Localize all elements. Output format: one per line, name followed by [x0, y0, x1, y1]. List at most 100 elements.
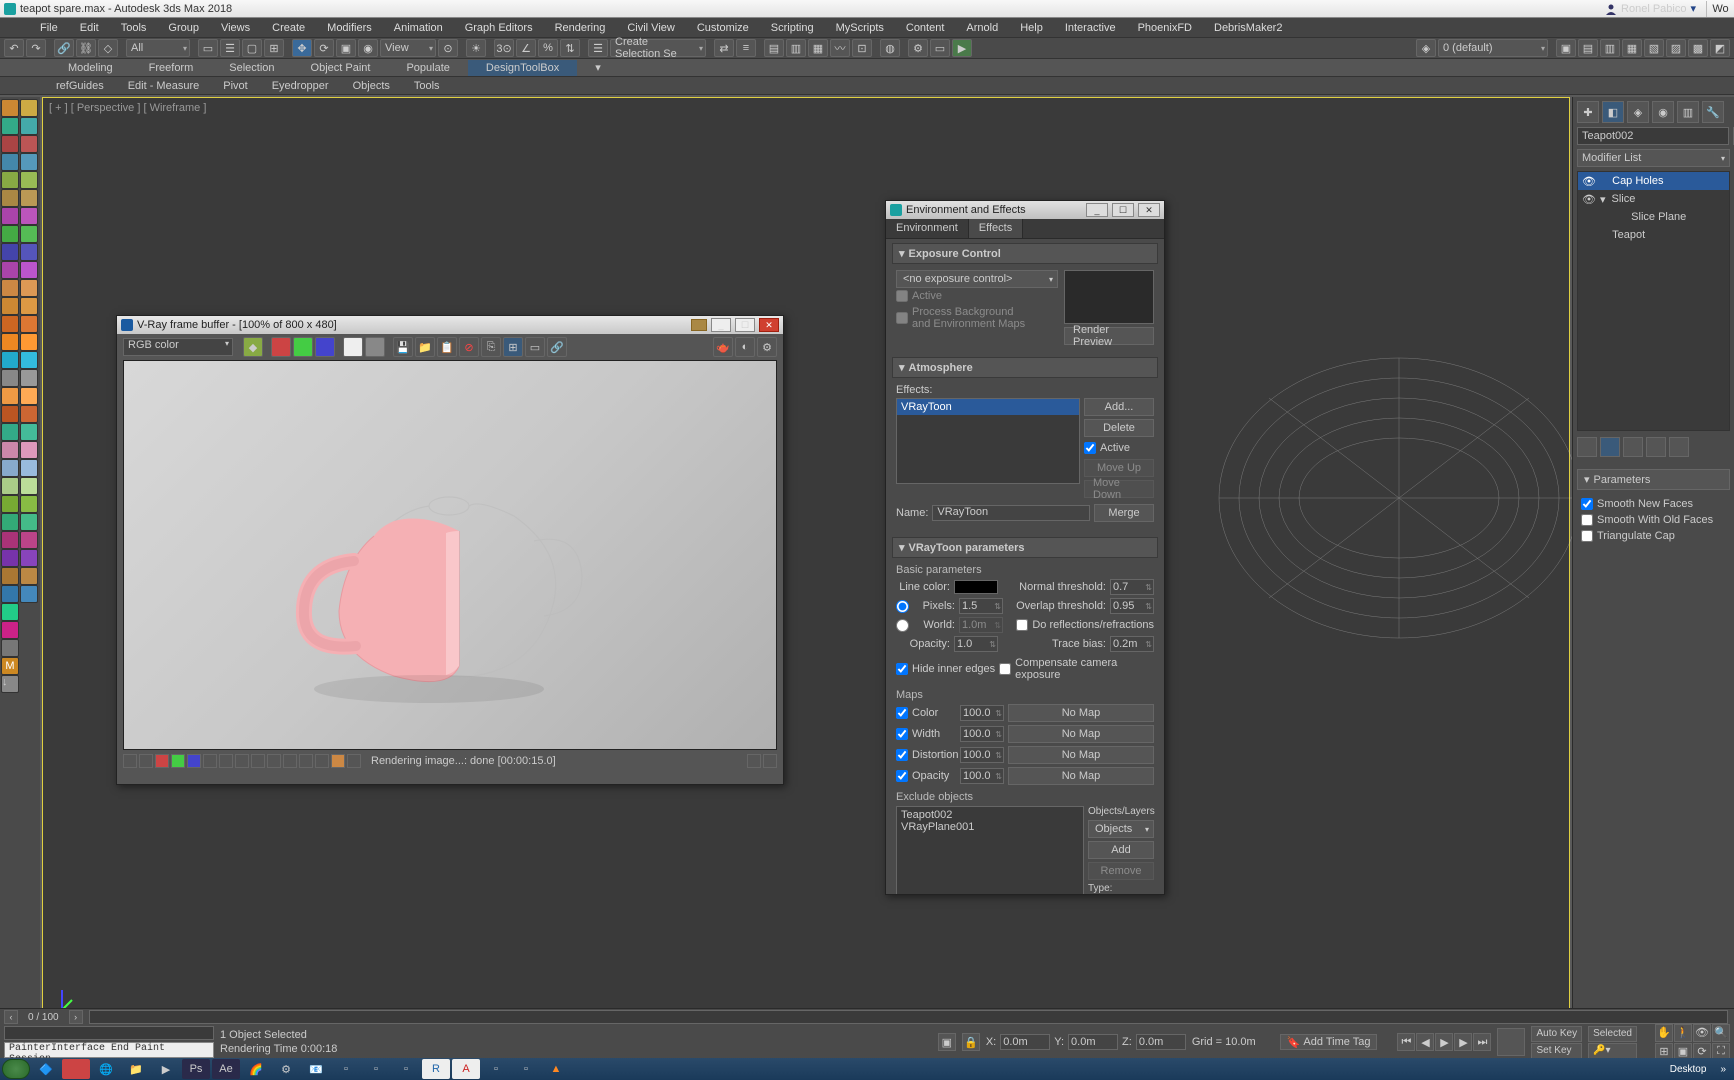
vfb-sb-icon[interactable]: [219, 754, 233, 768]
ribbon-expand[interactable]: ▾: [577, 59, 619, 76]
vfb-sb-icon[interactable]: [203, 754, 217, 768]
tool-d-button[interactable]: ▦: [1622, 39, 1642, 57]
vfb-sb-icon[interactable]: [235, 754, 249, 768]
ribbon-populate[interactable]: Populate: [388, 60, 467, 76]
tool-icon[interactable]: [20, 171, 38, 189]
ribbon-selection[interactable]: Selection: [211, 60, 292, 76]
tool-icon[interactable]: [20, 531, 38, 549]
merge-button[interactable]: Merge: [1094, 504, 1154, 522]
mapcolor-check[interactable]: Color: [896, 705, 956, 721]
nav-pan-button[interactable]: ✋: [1655, 1024, 1673, 1042]
maximize-button[interactable]: ☐: [735, 318, 755, 332]
vfb-titlebar[interactable]: V-Ray frame buffer - [100% of 800 x 480]…: [117, 316, 783, 334]
menu-animation[interactable]: Animation: [384, 20, 453, 36]
timeline-next-button[interactable]: ›: [69, 1010, 83, 1024]
vfb-copy-icon[interactable]: ⎘: [481, 337, 501, 357]
isolate-icon[interactable]: ▣: [938, 1033, 956, 1051]
mapdist-check[interactable]: Distortion: [896, 747, 956, 763]
key-filters-button[interactable]: 🔑▾: [1588, 1043, 1637, 1059]
configure-sets-button[interactable]: [1669, 437, 1689, 457]
taskbar-chevron-icon[interactable]: »: [1714, 1064, 1732, 1075]
parameters-rollout-header[interactable]: ▾ Parameters: [1577, 469, 1730, 490]
menu-edit[interactable]: Edit: [70, 20, 109, 36]
tool-icon[interactable]: [1, 423, 19, 441]
select-button[interactable]: ▭: [198, 39, 218, 57]
menu-interactive[interactable]: Interactive: [1055, 20, 1126, 36]
delete-effect-button[interactable]: Delete: [1084, 419, 1154, 437]
vfb-channel-dd[interactable]: RGB color: [123, 338, 233, 356]
vfb-sb-icon[interactable]: [171, 754, 185, 768]
layer-icon[interactable]: ◈: [1416, 39, 1436, 57]
ribbon-objectpaint[interactable]: Object Paint: [293, 60, 389, 76]
utilities-tab[interactable]: 🔧: [1702, 101, 1724, 123]
exclude-add-button[interactable]: Add: [1088, 841, 1154, 859]
tool-icon[interactable]: M: [1, 657, 19, 675]
menu-file[interactable]: File: [30, 20, 68, 36]
taskbar-outlook-icon[interactable]: 📧: [302, 1059, 330, 1079]
undo-button[interactable]: ↶: [4, 39, 24, 57]
ribbon-pivot[interactable]: Pivot: [217, 79, 253, 93]
tool-icon[interactable]: [1, 117, 19, 135]
world-radio[interactable]: [896, 619, 909, 632]
anglesnap-button[interactable]: ∠: [516, 39, 536, 57]
maximize-button[interactable]: ☐: [1112, 203, 1134, 217]
timeline-prev-button[interactable]: ‹: [4, 1010, 18, 1024]
tool-icon[interactable]: [1, 153, 19, 171]
tool-icon[interactable]: [20, 117, 38, 135]
vfb-tool-icon[interactable]: [691, 319, 707, 331]
tool-icon[interactable]: [1, 459, 19, 477]
env-tab-environment[interactable]: Environment: [886, 219, 969, 238]
env-tab-effects[interactable]: Effects: [969, 219, 1023, 238]
user-account[interactable]: Ronel Pabico ▾: [1605, 2, 1696, 15]
redo-button[interactable]: ↷: [26, 39, 46, 57]
vfb-sb-icon[interactable]: [347, 754, 361, 768]
tool-icon[interactable]: [20, 441, 38, 459]
goto-end-button[interactable]: ⏭: [1473, 1033, 1491, 1051]
select-region-button[interactable]: ▢: [242, 39, 262, 57]
pin-stack-button[interactable]: [1577, 437, 1597, 457]
tool-icon[interactable]: ↓: [1, 675, 19, 693]
pixels-spinner[interactable]: 1.5: [959, 598, 1003, 614]
taskbar-autocad-icon[interactable]: A: [452, 1059, 480, 1079]
rotate-button[interactable]: ⟳: [314, 39, 334, 57]
tool-icon[interactable]: [1, 279, 19, 297]
play-button[interactable]: ▶: [1435, 1033, 1453, 1051]
mapdist-spinner[interactable]: 100.0: [960, 747, 1004, 763]
create-tab[interactable]: ✚: [1577, 101, 1599, 123]
vfb-sb-icon[interactable]: [331, 754, 345, 768]
lock-icon[interactable]: 🔒: [962, 1033, 980, 1051]
tool-icon[interactable]: [20, 459, 38, 477]
tool-icon[interactable]: [1, 243, 19, 261]
vfb-rgb-icon[interactable]: ◆: [243, 337, 263, 357]
close-button[interactable]: ✕: [1138, 203, 1160, 217]
select-name-button[interactable]: ☰: [220, 39, 240, 57]
tool-icon[interactable]: [20, 189, 38, 207]
tool-icon[interactable]: [20, 387, 38, 405]
object-name-input[interactable]: [1577, 127, 1729, 145]
tool-icon[interactable]: [1, 495, 19, 513]
tool-b-button[interactable]: ▤: [1578, 39, 1598, 57]
tool-icon[interactable]: [20, 135, 38, 153]
taskbar-icon[interactable]: ▶: [152, 1059, 180, 1079]
scale-button[interactable]: ▣: [336, 39, 356, 57]
tool-icon[interactable]: [20, 99, 38, 117]
vfb-sb-icon[interactable]: [123, 754, 137, 768]
vfb-track-icon[interactable]: ⊞: [503, 337, 523, 357]
tool-icon[interactable]: [20, 243, 38, 261]
prev-frame-button[interactable]: ◀: [1416, 1033, 1434, 1051]
vfb-sb-icon[interactable]: [155, 754, 169, 768]
motion-tab[interactable]: ◉: [1652, 101, 1674, 123]
tool-icon[interactable]: [1, 261, 19, 279]
selset-dd[interactable]: Create Selection Se: [610, 39, 706, 57]
tool-icon[interactable]: [1, 621, 19, 639]
taskbar-icon[interactable]: ▫: [392, 1059, 420, 1079]
taskbar-icon[interactable]: ▫: [362, 1059, 390, 1079]
goto-start-button[interactable]: ⏮: [1397, 1033, 1415, 1051]
hierarchy-tab[interactable]: ◈: [1627, 101, 1649, 123]
taskbar-explorer-icon[interactable]: 📁: [122, 1059, 150, 1079]
vfb-link-icon[interactable]: 🔗: [547, 337, 567, 357]
tool-g-button[interactable]: ▩: [1688, 39, 1708, 57]
setkey-button[interactable]: Set Key: [1531, 1043, 1582, 1059]
vfb-sb-icon[interactable]: [267, 754, 281, 768]
tool-icon[interactable]: [1, 171, 19, 189]
